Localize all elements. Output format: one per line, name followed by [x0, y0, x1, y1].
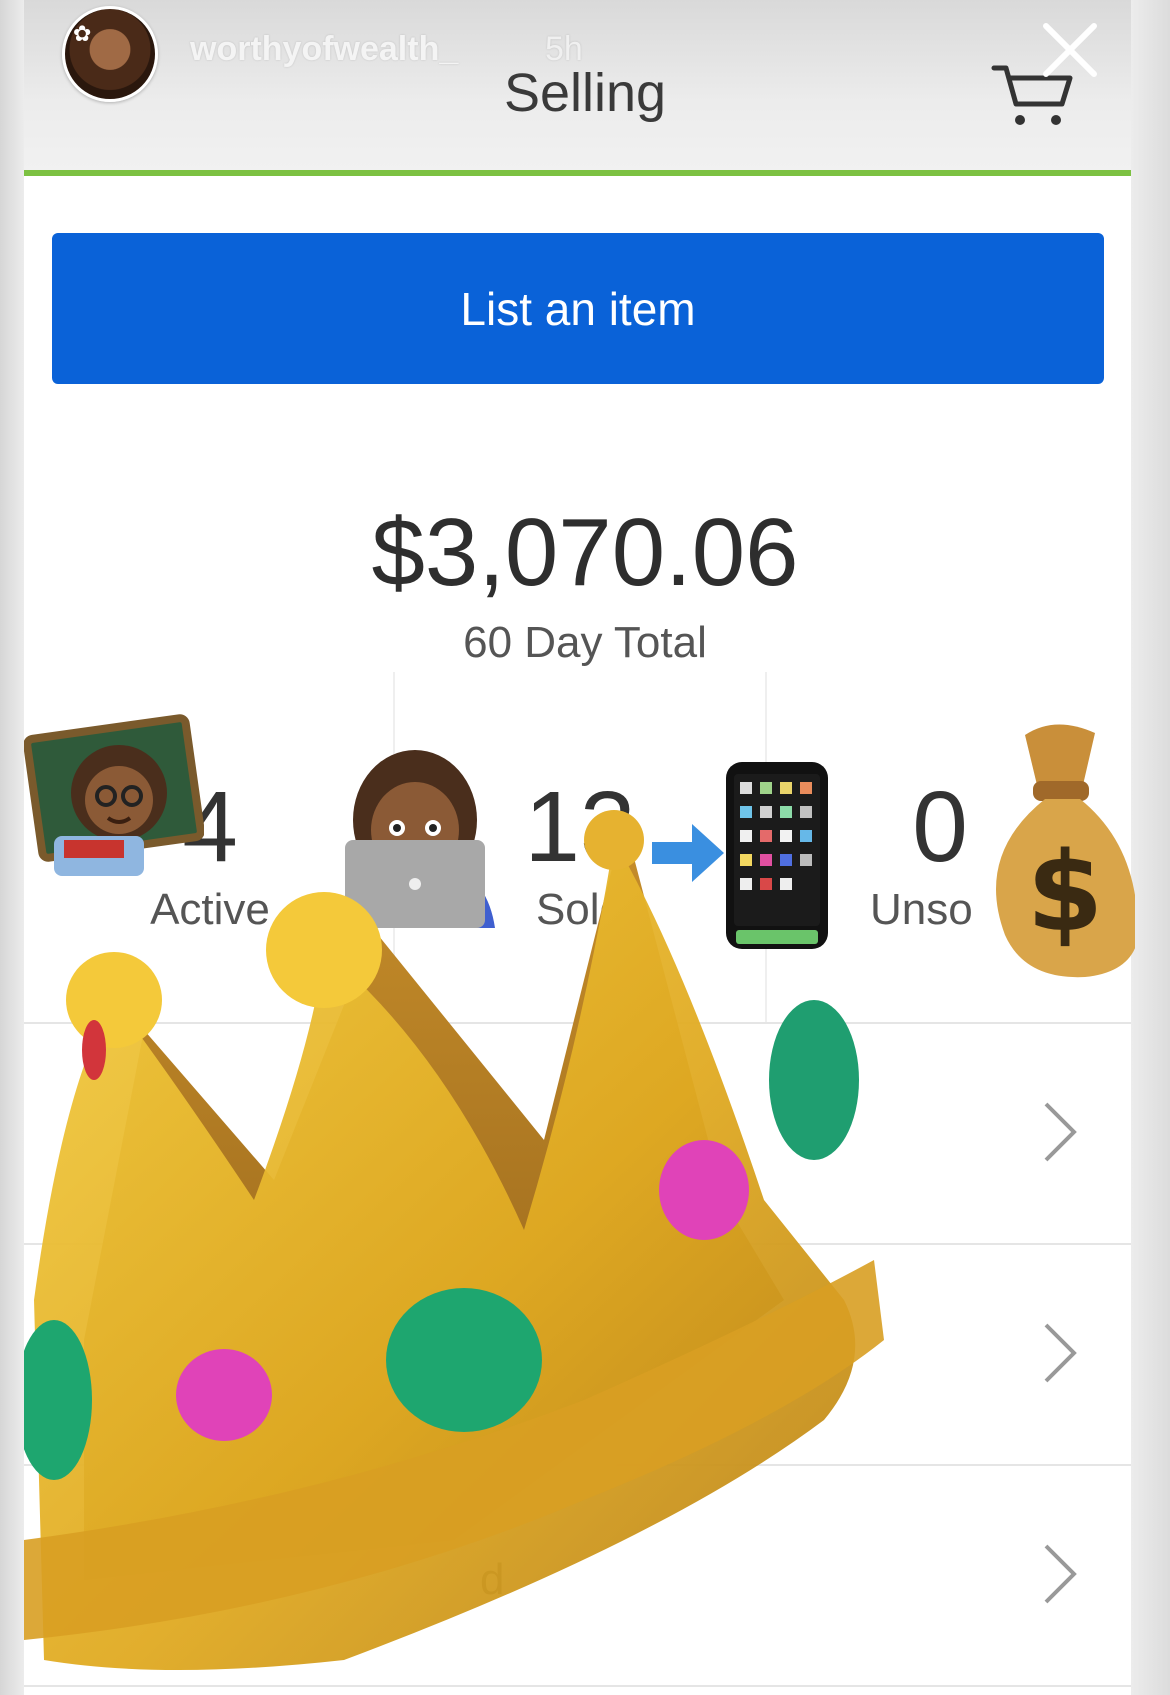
- chevron-right-icon[interactable]: [1040, 1321, 1080, 1385]
- close-icon[interactable]: [1040, 20, 1100, 80]
- flower-icon: ✿: [73, 21, 92, 46]
- header-accent-line: [24, 170, 1131, 176]
- list-an-item-button[interactable]: List an item: [52, 233, 1104, 384]
- sixty-day-total-label: 60 Day Total: [463, 618, 707, 667]
- sixty-day-total-amount: $3,070.06: [371, 499, 799, 606]
- money-bag-emoji: $: [996, 724, 1135, 978]
- chevron-right-icon[interactable]: [1040, 1542, 1080, 1606]
- crown-emoji: [24, 810, 884, 1670]
- svg-text:$: $: [1027, 828, 1104, 956]
- chevron-right-icon[interactable]: [1040, 1100, 1080, 1164]
